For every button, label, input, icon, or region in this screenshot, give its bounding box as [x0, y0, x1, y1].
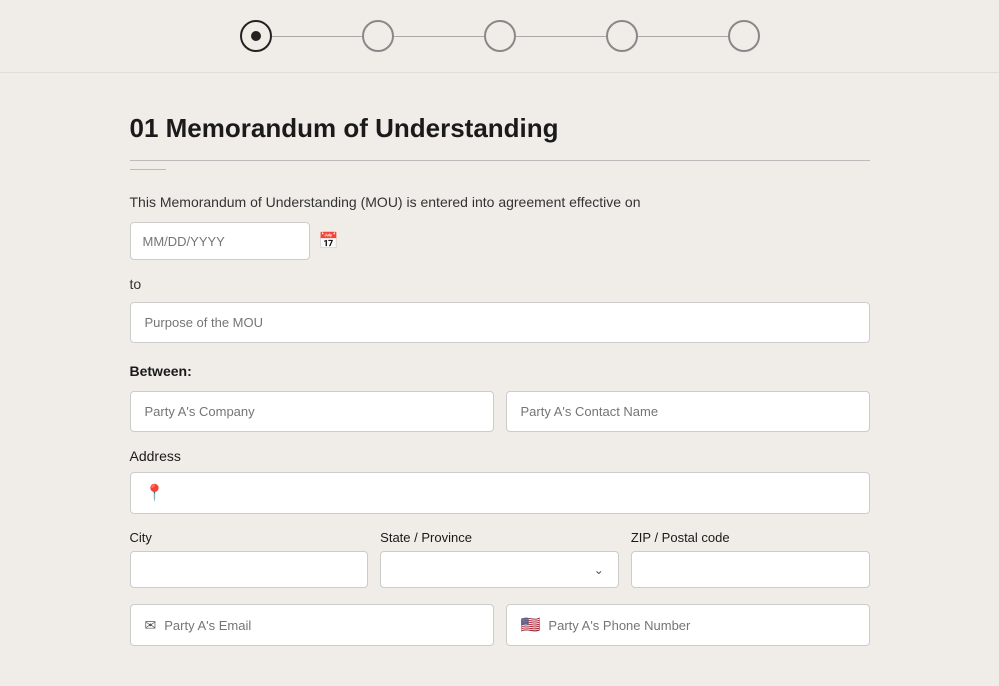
address-label: Address [130, 448, 870, 464]
purpose-input[interactable] [130, 302, 870, 343]
email-phone-row: ✉ 🇺🇸 [130, 604, 870, 646]
date-input[interactable] [143, 234, 319, 249]
chevron-down-icon: ⌄ [594, 563, 604, 577]
party-a-company-input[interactable] [130, 391, 494, 432]
step-line-4 [638, 36, 728, 37]
state-column: State / Province ⌄ [380, 530, 619, 588]
party-a-contact-input[interactable] [506, 391, 870, 432]
zip-label: ZIP / Postal code [631, 530, 870, 545]
step-line-1 [272, 36, 362, 37]
address-input-wrapper[interactable]: 📍 [130, 472, 870, 514]
step-1-circle[interactable] [240, 20, 272, 52]
step-3-circle[interactable] [484, 20, 516, 52]
zip-column: ZIP / Postal code [631, 530, 870, 588]
progress-steps [240, 20, 760, 52]
state-select-wrapper[interactable]: ⌄ [380, 551, 619, 588]
step-5-circle[interactable] [728, 20, 760, 52]
step-2-circle[interactable] [362, 20, 394, 52]
phone-input[interactable] [548, 618, 854, 633]
date-input-wrapper[interactable]: 📅 [130, 222, 310, 260]
city-state-zip-row: City State / Province ⌄ ZIP / Postal cod… [130, 530, 870, 588]
intro-text: This Memorandum of Understanding (MOU) i… [130, 194, 870, 210]
email-input-wrapper[interactable]: ✉ [130, 604, 494, 646]
step-4-circle[interactable] [606, 20, 638, 52]
main-content: 01 Memorandum of Understanding This Memo… [110, 73, 890, 686]
step-line-3 [516, 36, 606, 37]
state-select[interactable] [395, 562, 594, 577]
zip-input[interactable] [631, 551, 870, 588]
calendar-icon[interactable]: 📅 [319, 231, 339, 251]
city-column: City [130, 530, 369, 588]
address-input[interactable] [172, 486, 854, 501]
to-label: to [130, 276, 870, 292]
email-input[interactable] [164, 618, 478, 633]
state-label: State / Province [380, 530, 619, 545]
between-label: Between: [130, 363, 870, 379]
divider-short [130, 169, 166, 170]
phone-input-wrapper[interactable]: 🇺🇸 [506, 604, 870, 646]
email-icon: ✉ [145, 617, 157, 634]
step-line-2 [394, 36, 484, 37]
city-label: City [130, 530, 369, 545]
progress-bar [0, 0, 999, 73]
page-title: 01 Memorandum of Understanding [130, 113, 870, 144]
divider-main [130, 160, 870, 161]
city-input[interactable] [130, 551, 369, 588]
party-name-row [130, 391, 870, 432]
flag-icon: 🇺🇸 [521, 615, 541, 635]
location-pin-icon: 📍 [145, 483, 165, 503]
